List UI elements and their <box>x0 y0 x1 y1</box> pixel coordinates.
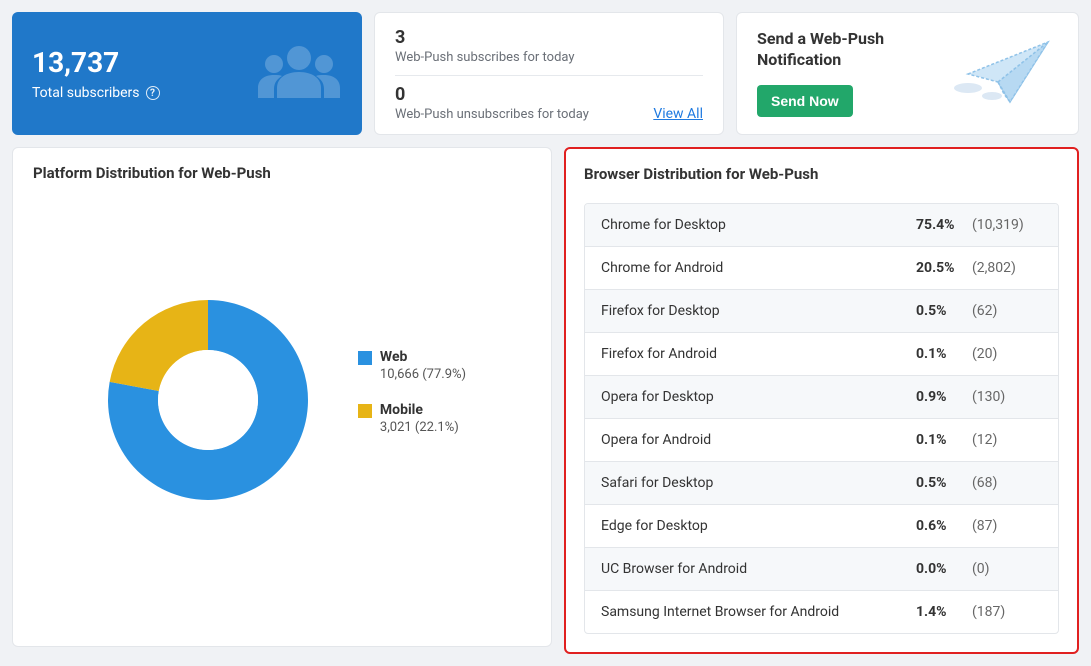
browser-distribution-card: Browser Distribution for Web-Push Chrome… <box>564 147 1079 654</box>
legend-swatch <box>358 351 372 365</box>
browser-count: (130) <box>972 389 1042 405</box>
browser-row: Safari for Desktop0.5%(68) <box>585 462 1058 505</box>
browser-percent: 0.9% <box>916 389 972 405</box>
view-all-link[interactable]: View All <box>653 106 703 122</box>
browser-count: (12) <box>972 432 1042 448</box>
browser-row: UC Browser for Android0.0%(0) <box>585 548 1058 591</box>
legend-detail: 10,666 (77.9%) <box>380 367 466 382</box>
browser-count: (10,319) <box>972 217 1042 233</box>
browser-row: Opera for Android0.1%(12) <box>585 419 1058 462</box>
paper-plane-icon <box>948 32 1058 116</box>
platform-distribution-card: Platform Distribution for Web-Push <box>12 147 552 647</box>
legend-swatch <box>358 404 372 418</box>
browser-percent: 75.4% <box>916 217 972 233</box>
donut-chart <box>98 290 318 514</box>
browser-row: Firefox for Android0.1%(20) <box>585 333 1058 376</box>
browser-name: Chrome for Desktop <box>601 217 916 233</box>
total-subscribers-label: Total subscribers <box>32 85 140 101</box>
browser-count: (62) <box>972 303 1042 319</box>
browser-name: Chrome for Android <box>601 260 916 276</box>
send-now-button[interactable]: Send Now <box>757 85 853 117</box>
browser-percent: 0.5% <box>916 475 972 491</box>
browser-percent: 0.5% <box>916 303 972 319</box>
browser-list: Chrome for Desktop75.4%(10,319)Chrome fo… <box>584 203 1059 634</box>
legend-label: Web <box>380 349 466 365</box>
today-stats-card: 3 Web-Push subscribes for today 0 Web-Pu… <box>374 12 724 135</box>
send-notification-card: Send a Web-Push Notification Send Now <box>736 12 1079 135</box>
legend-item-web: Web 10,666 (77.9%) <box>358 349 466 382</box>
chart-legend: Web 10,666 (77.9%) Mobile 3,021 (22.1%) <box>358 349 466 455</box>
browser-name: Opera for Desktop <box>601 389 916 405</box>
browser-row: Chrome for Android20.5%(2,802) <box>585 247 1058 290</box>
browser-row: Opera for Desktop0.9%(130) <box>585 376 1058 419</box>
send-card-title: Send a Web-Push Notification <box>757 29 937 71</box>
browser-count: (2,802) <box>972 260 1042 276</box>
browser-name: Safari for Desktop <box>601 475 916 491</box>
unsubscribes-today-label: Web-Push unsubscribes for today <box>395 107 589 122</box>
browser-row: Edge for Desktop0.6%(87) <box>585 505 1058 548</box>
people-icon <box>254 42 344 106</box>
platform-card-title: Platform Distribution for Web-Push <box>33 164 531 182</box>
browser-percent: 20.5% <box>916 260 972 276</box>
browser-name: Firefox for Android <box>601 346 916 362</box>
browser-name: Edge for Desktop <box>601 518 916 534</box>
browser-percent: 0.1% <box>916 346 972 362</box>
browser-count: (87) <box>972 518 1042 534</box>
browser-count: (0) <box>972 561 1042 577</box>
browser-percent: 0.0% <box>916 561 972 577</box>
browser-count: (187) <box>972 604 1042 620</box>
browser-row: Chrome for Desktop75.4%(10,319) <box>585 204 1058 247</box>
browser-name: UC Browser for Android <box>601 561 916 577</box>
browser-name: Firefox for Desktop <box>601 303 916 319</box>
browser-name: Opera for Android <box>601 432 916 448</box>
browser-row: Samsung Internet Browser for Android1.4%… <box>585 591 1058 633</box>
browser-percent: 0.6% <box>916 518 972 534</box>
legend-label: Mobile <box>380 402 459 418</box>
browser-count: (68) <box>972 475 1042 491</box>
legend-detail: 3,021 (22.1%) <box>380 420 459 435</box>
info-icon[interactable]: ? <box>146 86 160 100</box>
unsubscribes-today-value: 0 <box>395 84 589 105</box>
total-subscribers-card: 13,737 Total subscribers ? <box>12 12 362 135</box>
subscribes-today-label: Web-Push subscribes for today <box>395 50 703 65</box>
subscribes-today-value: 3 <box>395 27 703 48</box>
browser-card-title: Browser Distribution for Web-Push <box>584 165 1059 183</box>
browser-count: (20) <box>972 346 1042 362</box>
browser-percent: 1.4% <box>916 604 972 620</box>
browser-name: Samsung Internet Browser for Android <box>601 604 916 620</box>
legend-item-mobile: Mobile 3,021 (22.1%) <box>358 402 466 435</box>
browser-row: Firefox for Desktop0.5%(62) <box>585 290 1058 333</box>
browser-percent: 0.1% <box>916 432 972 448</box>
